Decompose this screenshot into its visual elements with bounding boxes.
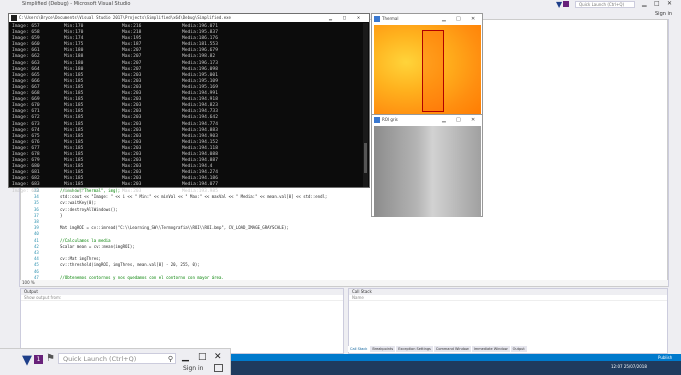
line-number: 37 [34,212,39,218]
maximize-button[interactable]: □ [654,0,660,7]
code-line[interactable]: Mat imgROI = cv::imread("C:\\Learning_SW… [60,225,289,230]
right-solution-rail[interactable] [668,19,681,287]
code-line[interactable]: cv::threshold(imgROI, imgThres, mean.val… [60,262,200,267]
close-button[interactable]: ✕ [667,0,672,7]
roi-gray-image [374,126,481,217]
line-number: 44 [34,256,39,262]
thermal-close-button[interactable]: ✕ [471,14,475,24]
roi-gray-window-icon [374,117,380,123]
code-line[interactable]: std::cout << "Image: " << i << " Min:" <… [60,194,327,199]
console-titlebar: C:\Users\Bryce\Documents\Visual Studio 2… [9,14,369,22]
debug-tabs: Call Stack Breakpoints Exception Settings C… [348,346,528,352]
line-number: 34 [34,194,39,200]
quick-launch-input[interactable]: Quick Launch (Ctrl+Q) [575,1,635,8]
code-line[interactable]: cv::waitKey(0); [60,200,96,205]
editor-zoom-level[interactable]: 100 % [20,280,668,286]
thermal-titlebar: Thermal ▁ □ ✕ [372,14,482,24]
tray-time: 12:07 [611,364,623,369]
thermal-image-window[interactable]: Thermal ▁ □ ✕ [371,13,483,119]
line-number: 35 [34,200,39,206]
code-line[interactable]: cv::destroyAllWindows(); [60,207,118,212]
code-line[interactable]: Scalar mean = cv::mean(imgROI); [60,244,135,249]
thermal-window-icon [374,16,380,22]
quick-launch-search-input[interactable]: Quick Launch (Ctrl+Q) ⚲ [58,353,176,364]
call-stack-column-name: Name [349,295,667,301]
line-number: 40 [34,231,39,237]
filter-icon[interactable]: ▼ [556,0,562,9]
thermal-title: Thermal [382,16,399,21]
console-row-max: Max:203 [122,188,142,194]
quick-launch-placeholder: Quick Launch (Ctrl+Q) [63,355,137,363]
line-number: 38 [34,219,39,224]
search-icon[interactable]: ⚲ [168,354,173,364]
tab-output[interactable]: Output [510,346,527,352]
title-bar: Simplified (Debug) - Microsoft Visual St… [0,0,681,9]
console-row: Image: 684 Min:185 Max:203 Media:193.985 [12,189,218,195]
tab-immediate-window[interactable]: Immediate Window [471,346,510,352]
notification-badge-icon[interactable]: 1 [34,355,43,364]
call-stack-panel[interactable]: Call Stack Name [348,288,668,354]
tab-command-window[interactable]: Command Window [433,346,471,352]
thermal-maximize-button[interactable]: □ [456,14,461,24]
roi-rectangle [422,30,444,112]
console-row-img: Image: 684 [12,188,40,194]
filter-icon[interactable]: ▼ [22,353,32,368]
account-feedback-icon[interactable] [214,364,223,372]
tab-breakpoints[interactable]: Breakpoints [370,346,396,352]
quick-launch-zoom-inset: ▼ 1 ⚑ Quick Launch (Ctrl+Q) ⚲ ▁ □ ✕ Sign… [0,348,231,375]
console-minimize-button[interactable]: ▁ [329,14,332,22]
output-panel[interactable]: Output Show output from: [20,288,344,354]
publish-button[interactable]: Publish [658,354,672,361]
console-scroll-thumb[interactable] [364,143,367,173]
console-scrollbar[interactable] [363,23,368,187]
line-number: 36 [34,206,39,212]
code-line[interactable]: cv::Mat imgThres; [60,256,101,261]
feedback-flag-icon[interactable]: ⚑ [46,353,55,364]
console-close-button[interactable]: ✕ [357,14,360,22]
line-number: 42 [34,243,39,249]
console-title: C:\Users\Bryce\Documents\Visual Studio 2… [19,15,231,20]
console-output: Image: 657 Min:170 Max:216 Media:196.071 Ima… [12,24,218,195]
roi-gray-minimize-button[interactable]: ▁ [442,115,446,125]
code-line[interactable]: //Calculamos la media [60,238,111,243]
console-app-icon [11,15,17,21]
maximize-button[interactable]: □ [198,352,207,362]
sign-in-link[interactable]: Sign in [183,365,203,372]
tab-call-stack[interactable]: Call Stack [348,346,370,352]
tray-date: 25/07/2018 [623,364,647,369]
line-number: 43 [34,250,39,255]
line-number: 46 [34,268,39,274]
roi-gray-window[interactable]: ROI gris ▁ □ ✕ [371,114,483,217]
code-line[interactable]: } [60,213,62,218]
notification-badge[interactable] [563,1,569,7]
console-row-media: Media:193.985 [182,188,218,194]
console-window[interactable]: C:\Users\Bryce\Documents\Visual Studio 2… [8,13,370,194]
line-number: 41 [34,237,39,243]
thermal-minimize-button[interactable]: ▁ [442,14,446,24]
line-number: 39 [34,225,39,231]
roi-gray-title: ROI gris [382,117,398,122]
close-button[interactable]: ✕ [214,352,222,362]
console-maximize-button[interactable]: □ [343,14,346,22]
minimize-button[interactable]: ▁ [182,352,189,362]
tab-exception-settings[interactable]: Exception Settings [396,346,433,352]
window-title: Simplified (Debug) - Microsoft Visual St… [22,1,131,7]
output-source-select[interactable]: Show output from: [21,295,343,301]
roi-gray-maximize-button[interactable]: □ [456,115,461,125]
roi-gray-titlebar: ROI gris ▁ □ ✕ [372,115,482,125]
minimize-button[interactable]: ▁ [642,0,647,7]
console-row-min: Min:185 [64,188,84,194]
thermal-image [374,25,481,118]
roi-gray-close-button[interactable]: ✕ [471,115,475,125]
line-number: 45 [34,262,39,268]
sign-in-link[interactable]: Sign in [655,11,672,17]
system-tray-clock[interactable]: 12:07 25/07/2018 [611,364,647,369]
